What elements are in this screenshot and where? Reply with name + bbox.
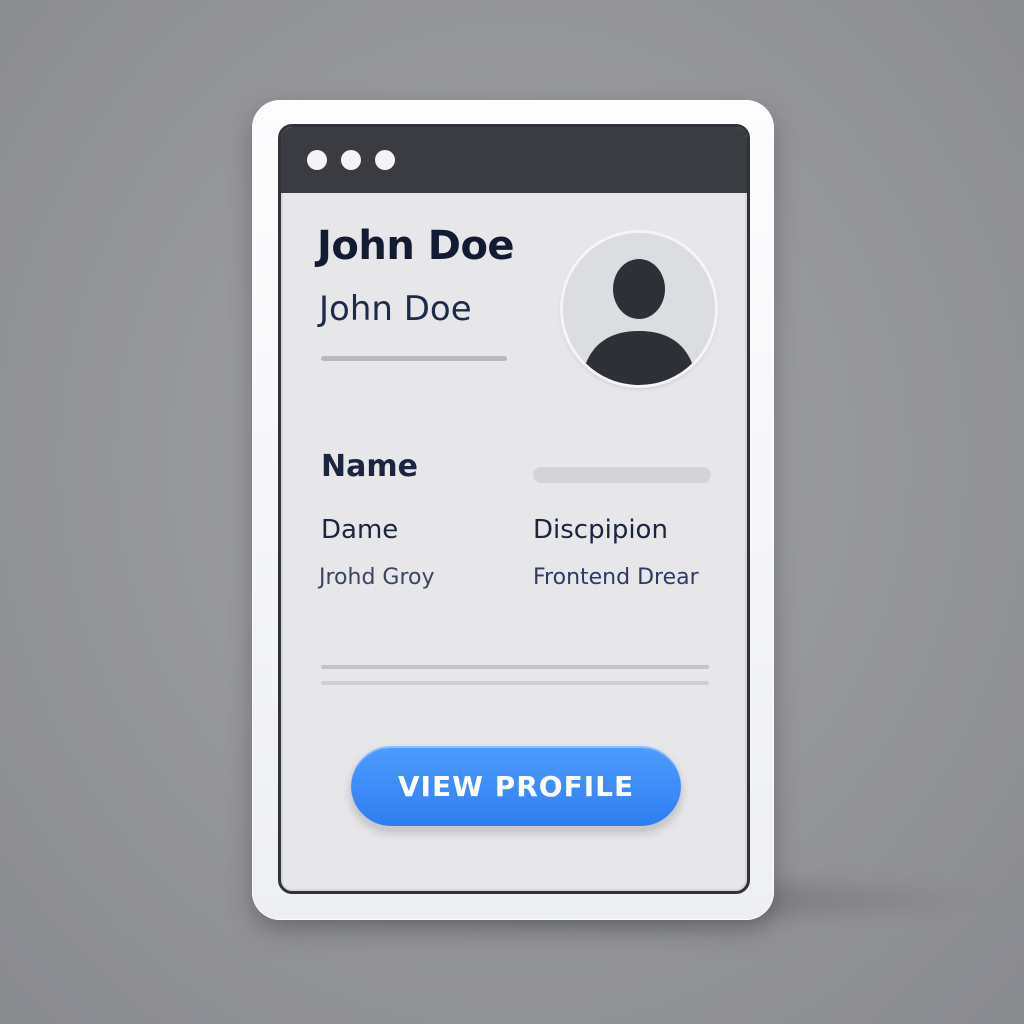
description-value: Frontend Drear [533,565,699,590]
user-avatar-icon [563,233,715,385]
divider-long-top [321,665,709,669]
left-field-value: Jrohd Groy [319,565,435,590]
profile-name-subtitle: John Doe [319,289,472,329]
description-label: Discpipion [533,515,668,545]
window-titlebar [281,127,747,193]
window-maximize-dot[interactable] [375,150,395,170]
window-minimize-dot[interactable] [341,150,361,170]
profile-card-device: John Doe John Doe Name Dame Discpipion J… [252,100,774,920]
profile-name-title: John Doe [317,223,515,269]
divider-short [321,356,507,361]
window-close-dot[interactable] [307,150,327,170]
left-field-label: Dame [321,515,399,545]
divider-long-bottom [321,681,709,685]
profile-window: John Doe John Doe Name Dame Discpipion J… [278,124,750,894]
name-placeholder-bar [533,467,711,483]
view-profile-button[interactable]: VIEW PROFILE [351,746,681,826]
avatar[interactable] [563,233,715,385]
profile-content: John Doe John Doe Name Dame Discpipion J… [281,193,747,891]
name-label: Name [321,449,418,484]
